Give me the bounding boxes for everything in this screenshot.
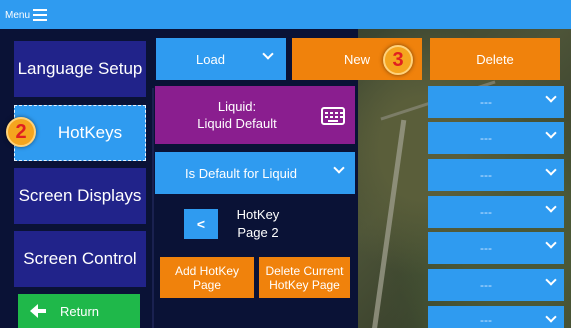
chevron-down-icon	[262, 48, 274, 60]
hotkey-slot-3[interactable]: ---	[428, 159, 564, 191]
load-dropdown[interactable]: Load	[156, 38, 286, 80]
sidebar-item-language-setup[interactable]: Language Setup	[14, 41, 146, 97]
default-for-liquid-label: Is Default for Liquid	[185, 165, 298, 181]
sidebar-item-label: HotKeys	[57, 123, 123, 142]
delete-current-hotkey-page-button[interactable]: Delete Current HotKey Page	[259, 257, 350, 298]
hamburger-icon	[33, 9, 48, 21]
hotkey-slot-6[interactable]: ---	[428, 269, 564, 301]
hotkey-slot-value: ---	[480, 313, 492, 327]
hotkey-slot-5[interactable]: ---	[428, 232, 564, 264]
chevron-down-icon	[333, 162, 345, 174]
return-label: Return	[60, 303, 100, 319]
delete-label: Delete	[476, 51, 514, 67]
liquid-selector[interactable]: Liquid: Liquid Default	[155, 86, 355, 144]
previous-page-label: <	[196, 216, 206, 232]
hotkey-slot-1[interactable]: ---	[428, 86, 564, 118]
add-hotkey-page-label: Add HotKey Page	[174, 263, 240, 292]
divider	[152, 88, 154, 328]
sidebar-item-label: Screen Control	[23, 249, 137, 268]
runway-shape	[370, 119, 407, 328]
menu-button[interactable]: Menu	[5, 7, 48, 23]
menu-label: Menu	[5, 9, 31, 21]
chevron-down-icon	[545, 237, 557, 249]
delete-button[interactable]: Delete	[430, 38, 560, 80]
new-label: New	[343, 51, 370, 67]
sidebar-item-screen-control[interactable]: Screen Control	[14, 231, 146, 287]
load-label: Load	[196, 51, 225, 67]
hotkey-slot-7[interactable]: ---	[428, 306, 564, 328]
chevron-down-icon	[545, 311, 557, 323]
chevron-down-icon	[545, 201, 557, 213]
hotkey-slot-2[interactable]: ---	[428, 122, 564, 154]
chevron-down-icon	[545, 164, 557, 176]
chevron-down-icon	[545, 91, 557, 103]
top-bar: Menu	[0, 0, 571, 29]
hotkey-slot-value: ---	[480, 278, 492, 292]
step-badge-2: 2	[6, 117, 36, 147]
hotkey-slot-value: ---	[480, 131, 492, 145]
add-hotkey-page-button[interactable]: Add HotKey Page	[160, 257, 254, 298]
hotkey-slot-value: ---	[480, 168, 492, 182]
liquid-line2: Liquid Default	[197, 116, 277, 131]
chevron-down-icon	[545, 274, 557, 286]
hotkey-slot-4[interactable]: ---	[428, 196, 564, 228]
sidebar-item-label: Screen Displays	[18, 186, 142, 205]
sidebar-item-label: Language Setup	[17, 59, 143, 78]
arrow-left-icon	[30, 304, 46, 318]
delete-current-hotkey-page-label: Delete Current HotKey Page	[265, 263, 344, 292]
hotkey-slot-value: ---	[480, 205, 492, 219]
hotkey-slot-value: ---	[480, 95, 492, 109]
hotkey-page-line2: Page 2	[237, 225, 279, 240]
hotkey-slot-value: ---	[480, 241, 492, 255]
keyboard-icon	[321, 107, 345, 125]
sidebar-item-screen-displays[interactable]: Screen Displays	[14, 168, 146, 224]
hotkey-page-line1: HotKey	[236, 207, 280, 222]
previous-page-button[interactable]: <	[184, 209, 218, 239]
hotkey-page-label: HotKey Page 2	[226, 206, 290, 242]
step-badge-3: 3	[383, 45, 413, 75]
chevron-down-icon	[545, 127, 557, 139]
return-button[interactable]: Return	[18, 294, 140, 328]
default-for-liquid-dropdown[interactable]: Is Default for Liquid	[155, 152, 355, 194]
liquid-line1: Liquid:	[217, 99, 257, 114]
